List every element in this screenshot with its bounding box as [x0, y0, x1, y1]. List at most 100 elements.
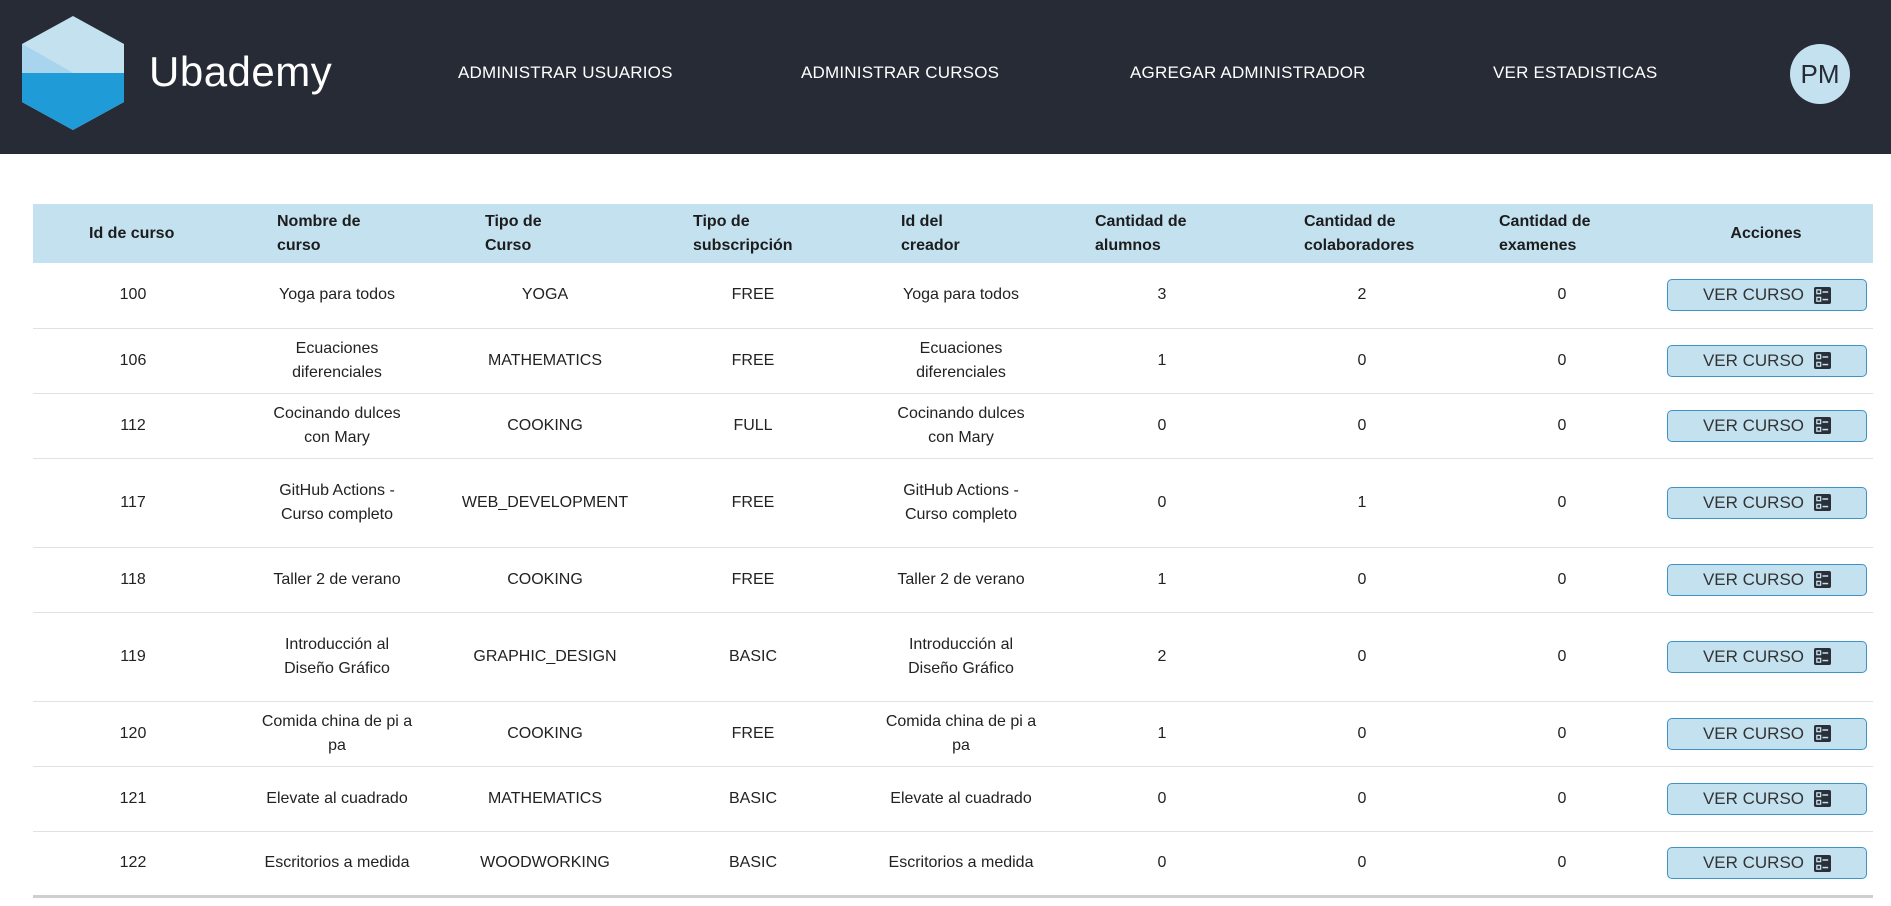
cell-examenes: 0 — [1465, 701, 1659, 767]
cell-id: 118 — [33, 547, 233, 613]
nav-ver-estadisticas[interactable]: VER ESTADISTICAS — [1493, 63, 1657, 83]
cell-nombre: Ecuaciones diferenciales — [233, 328, 441, 394]
column-header-alumnos: Cantidad de alumnos — [1065, 204, 1259, 263]
ver-curso-label: VER CURSO — [1702, 723, 1805, 743]
ver-curso-button[interactable]: VER CURSO — [1667, 344, 1867, 377]
cell-examenes: 0 — [1465, 831, 1659, 898]
cell-tipo: WOODWORKING — [441, 831, 649, 898]
cell-acciones: VER CURSO — [1659, 701, 1873, 767]
cell-examenes: 0 — [1465, 393, 1659, 459]
cell-suscripcion: BASIC — [649, 831, 857, 898]
column-header-id-line: Id de curso — [89, 224, 175, 242]
cell-acciones: VER CURSO — [1659, 612, 1873, 702]
cell-acciones: VER CURSO — [1659, 263, 1873, 329]
cell-tipo: WEB_DEVELOPMENT — [441, 458, 649, 548]
column-header-colaboradores-line: Cantidad de — [1304, 212, 1396, 230]
cell-suscripcion: BASIC — [649, 612, 857, 702]
ver-curso-button[interactable]: VER CURSO — [1667, 847, 1867, 879]
cell-nombre: Yoga para todos — [233, 263, 441, 329]
column-header-examenes-line: examenes — [1499, 236, 1577, 254]
ver-curso-button[interactable]: VER CURSO — [1667, 279, 1867, 312]
cell-acciones: VER CURSO — [1659, 766, 1873, 832]
cell-alumnos: 1 — [1065, 547, 1259, 613]
table-body: 100 Yoga para todos YOGA FREE Yoga para todo… — [33, 263, 1873, 898]
cell-acciones: VER CURSO — [1659, 328, 1873, 394]
column-header-colaboradores: Cantidad de colaboradores — [1259, 204, 1465, 263]
top-navbar: Ubademy ADMINISTRAR USUARIOS ADMINISTRAR… — [0, 0, 1891, 154]
user-avatar[interactable]: PM — [1790, 44, 1850, 104]
cell-colaboradores: 0 — [1259, 831, 1465, 898]
cell-creador: Ecuaciones diferenciales — [857, 328, 1065, 394]
cell-suscripcion: FREE — [649, 328, 857, 394]
column-header-examenes-line: Cantidad de — [1499, 212, 1591, 230]
cell-suscripcion: FREE — [649, 263, 857, 329]
courses-table: Id de curso Nombre de curso Tipo de Curso Tip… — [33, 204, 1873, 898]
courses-table-container: Id de curso Nombre de curso Tipo de Curso Tip… — [33, 204, 1873, 906]
cell-alumnos: 3 — [1065, 263, 1259, 329]
cell-nombre: Cocinando dulces con Mary — [233, 393, 441, 459]
column-header-tipo-line: Tipo de — [485, 212, 542, 230]
cell-alumnos: 1 — [1065, 701, 1259, 767]
table-header: Id de curso Nombre de curso Tipo de Curso Tip… — [33, 204, 1873, 263]
column-header-creador-line: Id del — [901, 212, 943, 230]
cell-colaboradores: 0 — [1259, 701, 1465, 767]
column-header-nombre: Nombre de curso — [233, 204, 441, 263]
cell-colaboradores: 2 — [1259, 263, 1465, 329]
nav-administrar-cursos[interactable]: ADMINISTRAR CURSOS — [801, 63, 999, 83]
cell-tipo: COOKING — [441, 393, 649, 459]
cell-colaboradores: 0 — [1259, 766, 1465, 832]
ver-curso-button[interactable]: VER CURSO — [1667, 640, 1867, 673]
cell-nombre: Elevate al cuadrado — [233, 766, 441, 832]
cell-examenes: 0 — [1465, 766, 1659, 832]
list-details-icon — [1814, 352, 1832, 369]
cell-id: 120 — [33, 701, 233, 767]
cell-id: 100 — [33, 263, 233, 329]
column-header-tipo-line: Curso — [485, 236, 532, 254]
table-row: 106 Ecuaciones diferenciales MATHEMATICS FR… — [33, 328, 1873, 394]
cell-colaboradores: 0 — [1259, 612, 1465, 702]
table-row: 118 Taller 2 de verano COOKING FREE Taller 2… — [33, 547, 1873, 613]
ver-curso-button[interactable]: VER CURSO — [1667, 563, 1867, 596]
list-details-icon — [1814, 417, 1832, 434]
table-row: 117 GitHub Actions - Curso completo WEB_DE… — [33, 458, 1873, 548]
ver-curso-button[interactable]: VER CURSO — [1667, 486, 1867, 519]
cell-creador: Taller 2 de verano — [857, 547, 1065, 613]
ver-curso-button[interactable]: VER CURSO — [1667, 717, 1867, 750]
cell-examenes: 0 — [1465, 328, 1659, 394]
column-header-colaboradores-line: colaboradores — [1304, 236, 1415, 254]
column-header-acciones-line: Acciones — [1730, 224, 1802, 242]
list-details-icon — [1814, 725, 1832, 742]
column-header-suscripcion: Tipo de subscripción — [649, 204, 857, 263]
cell-tipo: MATHEMATICS — [441, 328, 649, 394]
column-header-examenes: Cantidad de examenes — [1465, 204, 1659, 263]
column-header-creador: Id del creador — [857, 204, 1065, 263]
nav-administrar-usuarios[interactable]: ADMINISTRAR USUARIOS — [458, 63, 673, 83]
cell-tipo: GRAPHIC_DESIGN — [441, 612, 649, 702]
nav-agregar-administrador[interactable]: AGREGAR ADMINISTRADOR — [1130, 63, 1366, 83]
list-details-icon — [1814, 648, 1832, 665]
ver-curso-button[interactable]: VER CURSO — [1667, 409, 1867, 442]
cell-nombre: Taller 2 de verano — [233, 547, 441, 613]
table-row: 122 Escritorios a medida WOODWORKING BASIC E… — [33, 831, 1873, 898]
column-header-suscripcion-line: subscripción — [693, 236, 793, 254]
list-details-icon — [1814, 854, 1832, 872]
list-details-icon — [1814, 790, 1832, 807]
column-header-tipo: Tipo de Curso — [441, 204, 649, 263]
table-row: 121 Elevate al cuadrado MATHEMATICS BASIC El… — [33, 766, 1873, 832]
cell-creador: Elevate al cuadrado — [857, 766, 1065, 832]
cell-tipo: MATHEMATICS — [441, 766, 649, 832]
cell-tipo: YOGA — [441, 263, 649, 329]
ubademy-logo-icon[interactable] — [22, 16, 124, 130]
cell-colaboradores: 0 — [1259, 547, 1465, 613]
column-header-acciones: Acciones — [1659, 204, 1873, 263]
app-brand-name[interactable]: Ubademy — [149, 48, 332, 96]
cell-id: 117 — [33, 458, 233, 548]
cell-colaboradores: 0 — [1259, 328, 1465, 394]
cell-suscripcion: FREE — [649, 547, 857, 613]
cell-suscripcion: FREE — [649, 458, 857, 548]
cell-tipo: COOKING — [441, 547, 649, 613]
cell-colaboradores: 1 — [1259, 458, 1465, 548]
ver-curso-label: VER CURSO — [1702, 285, 1805, 305]
ver-curso-button[interactable]: VER CURSO — [1667, 782, 1867, 815]
list-details-icon — [1814, 494, 1832, 511]
